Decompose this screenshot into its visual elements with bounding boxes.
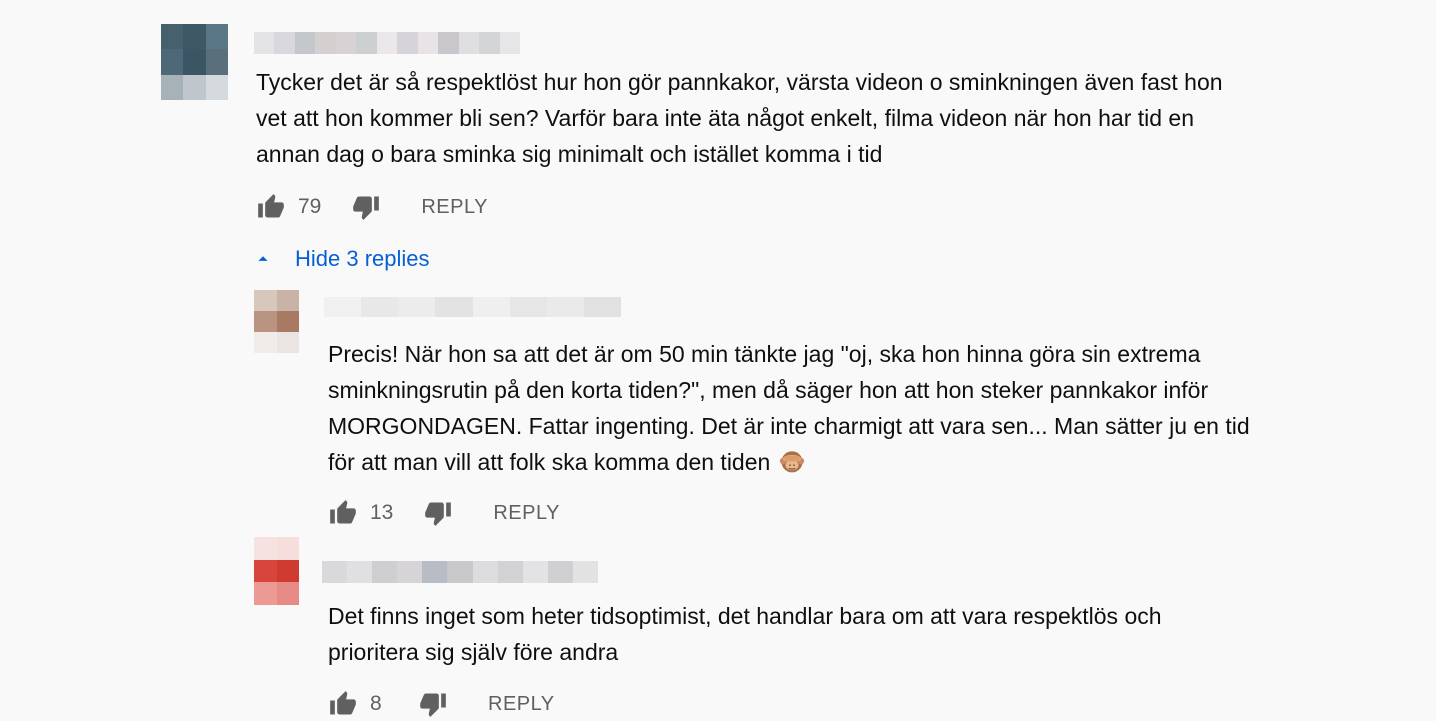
name-pixel [324,297,362,317]
reply-text: Det finns inget som heter tidsoptimist, … [328,603,1162,665]
name-pixel [546,297,584,317]
comment-action-bar: 79 REPLY [256,190,488,224]
name-pixel [479,32,500,54]
thumbs-down-icon[interactable] [418,689,448,719]
name-pixel [547,561,573,583]
avatar-pixel [254,332,277,353]
name-pixel [458,32,480,54]
avatar-pixel [254,290,277,311]
avatar-pixel [254,311,277,332]
like-count: 79 [298,195,322,218]
like-count: 8 [370,692,382,715]
avatar-pixel [276,290,299,311]
author-name-redacted[interactable] [322,561,599,583]
avatar[interactable] [254,537,299,605]
name-pixel [274,32,295,54]
see-no-evil-monkey-icon [779,451,804,473]
name-pixel [522,561,548,583]
name-pixel [572,561,599,583]
name-pixel [422,561,448,583]
name-pixel [335,32,357,54]
avatar-pixel [183,24,206,50]
reply-text: Precis! När hon sa att det är om 50 min … [328,336,1368,480]
avatar-pixel [161,49,184,75]
name-pixel [372,561,398,583]
name-pixel [361,297,399,317]
name-pixel [294,32,316,54]
thumbs-down-icon[interactable] [423,498,453,528]
name-pixel [356,32,377,54]
avatar-pixel [161,74,184,100]
avatar-pixel [205,24,228,50]
name-pixel [254,32,275,54]
name-pixel [315,32,336,54]
name-pixel [472,297,510,317]
name-pixel [499,32,521,54]
name-pixel [509,297,547,317]
name-pixel [376,32,398,54]
name-pixel [472,561,498,583]
reply-button[interactable]: REPLY [488,693,555,716]
thumbs-up-icon[interactable] [328,498,358,528]
name-pixel [397,32,418,54]
author-name-redacted[interactable] [324,297,621,317]
name-pixel [435,297,473,317]
avatar-pixel [205,49,228,75]
author-name-redacted[interactable] [254,32,521,54]
name-pixel [447,561,473,583]
reply-action-bar: 8 REPLY [328,687,555,721]
avatar-pixel [205,74,228,100]
avatar-pixel [276,559,299,583]
like-count: 13 [370,501,394,524]
avatar-pixel [254,559,277,583]
thumbs-up-icon[interactable] [328,689,358,719]
name-pixel [322,561,348,583]
thumbs-down-icon[interactable] [351,192,381,222]
name-pixel [583,297,621,317]
comment-text: Tycker det är så respektlöst hur hon gör… [256,69,1223,167]
avatar-pixel [254,537,277,560]
reply-button[interactable]: REPLY [421,196,488,219]
caret-up-icon [258,256,268,261]
name-pixel [347,561,373,583]
name-pixel [438,32,459,54]
avatar-pixel [276,537,299,560]
name-pixel [417,32,439,54]
thumbs-up-icon[interactable] [256,192,286,222]
name-pixel [497,561,523,583]
comment-thread: Tycker det är så respektlöst hur hon gör… [0,0,1436,721]
avatar[interactable] [254,290,299,353]
avatar-pixel [161,24,184,50]
avatar-pixel [183,49,206,75]
reply-button[interactable]: REPLY [493,502,560,525]
reply-action-bar: 13 REPLY [328,496,560,530]
avatar-pixel [254,582,277,605]
avatar-pixel [183,74,206,100]
hide-replies-label: Hide 3 replies [295,246,430,271]
avatar-pixel [276,311,299,332]
hide-replies-toggle[interactable]: Hide 3 replies [252,243,430,275]
avatar[interactable] [161,24,228,100]
name-pixel [398,297,436,317]
avatar-pixel [276,332,299,353]
name-pixel [397,561,423,583]
avatar-pixel [276,582,299,605]
